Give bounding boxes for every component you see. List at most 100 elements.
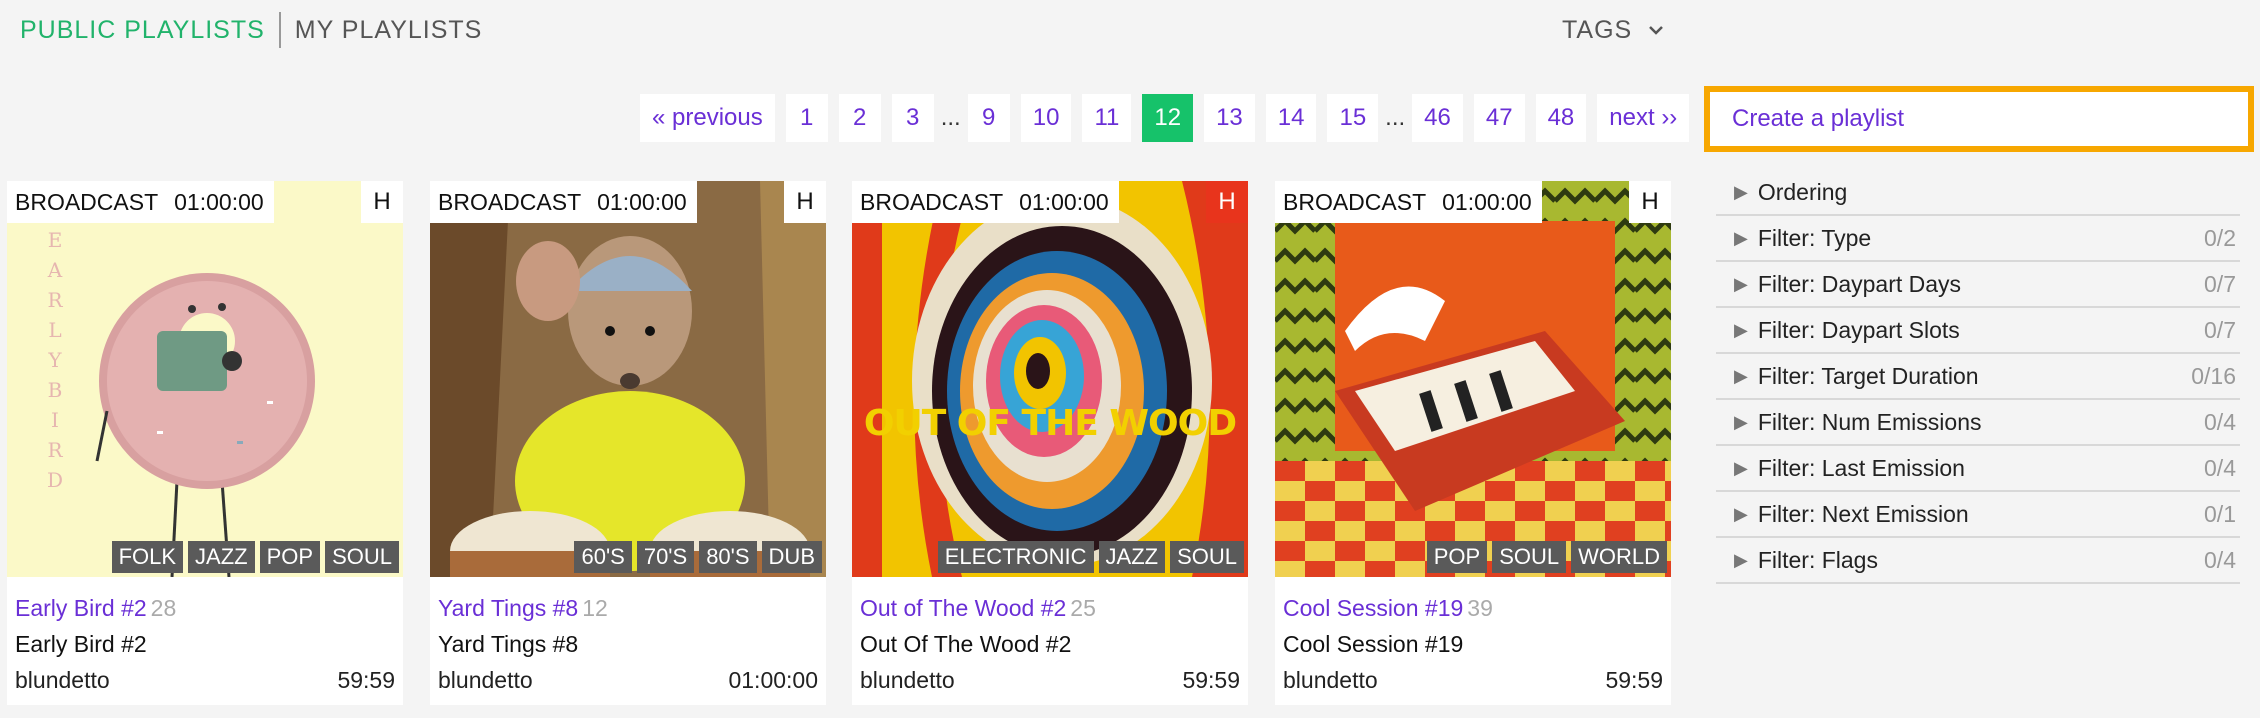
- page-link[interactable]: 47: [1473, 94, 1525, 142]
- broadcast-duration: 01:00:00: [597, 188, 687, 215]
- genre-tags: FOLK JAZZ POP SOUL: [107, 541, 399, 573]
- page-link[interactable]: 1: [785, 94, 828, 142]
- genre-tag[interactable]: ELECTRONIC: [937, 541, 1094, 573]
- genre-tag[interactable]: FOLK: [111, 541, 184, 573]
- head-artwork: [852, 181, 1248, 577]
- genre-tag[interactable]: WORLD: [1571, 541, 1667, 573]
- broadcast-text: BROADCAST: [860, 188, 1004, 215]
- filter-count: 0/1: [2204, 500, 2236, 527]
- pagination-ellipsis: ...: [940, 104, 961, 131]
- playlist-title-link[interactable]: Cool Session #19: [1283, 595, 1463, 621]
- filter-label: Filter: Target Duration: [1757, 362, 1979, 389]
- create-playlist-button[interactable]: Create a playlist: [1704, 86, 2254, 152]
- track-count: 25: [1070, 595, 1096, 621]
- expand-triangle-icon: ▶: [1734, 549, 1748, 570]
- track-count: 12: [582, 595, 608, 621]
- expand-triangle-icon: ▶: [1734, 181, 1748, 202]
- nav-divider: [278, 12, 281, 48]
- genre-tags: POP SOUL WORLD: [1422, 541, 1667, 573]
- playlist-length: 59:59: [1182, 667, 1240, 693]
- filter-label: Filter: Daypart Slots: [1757, 316, 1960, 343]
- filter-label: Filter: Flags: [1757, 546, 1878, 573]
- filter-row-last-emission[interactable]: ▶ Filter: Last Emission 0/4: [1716, 446, 2240, 492]
- page-link[interactable]: 9: [967, 94, 1010, 142]
- genre-tag[interactable]: POP: [259, 541, 321, 573]
- top-nav: PUBLIC PLAYLISTS MY PLAYLISTS: [20, 12, 482, 48]
- tags-dropdown[interactable]: TAGS: [1562, 12, 1664, 48]
- filter-row-flags[interactable]: ▶ Filter: Flags 0/4: [1716, 538, 2240, 584]
- playlist-subtitle: Yard Tings #8: [438, 631, 579, 657]
- playlist-author: blundetto: [1283, 667, 1378, 693]
- h-badge: H: [1629, 181, 1671, 223]
- chevron-down-icon: [1649, 26, 1664, 35]
- genre-tag[interactable]: 80'S: [699, 541, 757, 573]
- h-badge: H: [361, 181, 403, 223]
- track-count: 39: [1467, 595, 1493, 621]
- genre-tag[interactable]: JAZZ: [1098, 541, 1166, 573]
- filter-row-daypart-days[interactable]: ▶ Filter: Daypart Days 0/7: [1716, 262, 2240, 308]
- page-link[interactable]: 48: [1535, 94, 1587, 142]
- broadcast-label: BROADCAST 01:00:00: [7, 181, 274, 223]
- keyboard-artwork: [1275, 181, 1671, 577]
- expand-triangle-icon: ▶: [1734, 319, 1748, 340]
- broadcast-label: BROADCAST 01:00:00: [1275, 181, 1542, 223]
- playlist-cover[interactable]: BROADCAST 01:00:00 H OUT OF THE WOOD ELE…: [852, 181, 1248, 577]
- page-link-current[interactable]: 12: [1142, 94, 1194, 142]
- broadcast-label: BROADCAST 01:00:00: [430, 181, 697, 223]
- expand-triangle-icon: ▶: [1734, 227, 1748, 248]
- h-badge: H: [1206, 181, 1248, 223]
- filter-row-daypart-slots[interactable]: ▶ Filter: Daypart Slots 0/7: [1716, 308, 2240, 354]
- donut-artwork: [7, 181, 403, 577]
- playlist-title-link[interactable]: Early Bird #2: [15, 595, 147, 621]
- playlist-card: BROADCAST 01:00:00 H 60'S 70'S 80'S DUB …: [430, 181, 826, 705]
- pagination-previous[interactable]: « previous: [640, 94, 775, 142]
- filter-count: 0/2: [2204, 224, 2236, 251]
- genre-tag[interactable]: SOUL: [1492, 541, 1567, 573]
- page-link[interactable]: 14: [1265, 94, 1317, 142]
- filter-row-next-emission[interactable]: ▶ Filter: Next Emission 0/1: [1716, 492, 2240, 538]
- page-link[interactable]: 13: [1204, 94, 1255, 142]
- playlist-subtitle: Cool Session #19: [1283, 631, 1464, 657]
- page-link[interactable]: 15: [1327, 94, 1379, 142]
- filter-row-type[interactable]: ▶ Filter: Type 0/2: [1716, 216, 2240, 262]
- playlist-cover[interactable]: BROADCAST 01:00:00 H 60'S 70'S 80'S DUB: [430, 181, 826, 577]
- filter-row-num-emissions[interactable]: ▶ Filter: Num Emissions 0/4: [1716, 400, 2240, 446]
- filter-label: Filter: Last Emission: [1757, 454, 1965, 481]
- genre-tags: ELECTRONIC JAZZ SOUL: [933, 541, 1244, 573]
- playlist-author: blundetto: [15, 667, 110, 693]
- genre-tag[interactable]: POP: [1426, 541, 1488, 573]
- page-link[interactable]: 11: [1082, 94, 1132, 142]
- genre-tag[interactable]: 70'S: [636, 541, 695, 573]
- playlist-subtitle: Out Of The Wood #2: [860, 631, 1072, 657]
- genre-tag[interactable]: SOUL: [325, 541, 399, 573]
- playlist-card: BROADCAST 01:00:00 H POP SOUL WORLD Cool…: [1275, 181, 1671, 705]
- pagination-next[interactable]: next ››: [1597, 94, 1690, 142]
- tab-public-playlists[interactable]: PUBLIC PLAYLISTS: [20, 16, 265, 45]
- expand-triangle-icon: ▶: [1734, 411, 1748, 432]
- filter-row-target-duration[interactable]: ▶ Filter: Target Duration 0/16: [1716, 354, 2240, 400]
- playlist-title-link[interactable]: Yard Tings #8: [438, 595, 578, 621]
- filter-count: 0/4: [2204, 454, 2236, 481]
- playlist-cover[interactable]: BROADCAST 01:00:00 H FOLK JAZZ POP SOUL: [7, 181, 403, 577]
- playlist-cover[interactable]: BROADCAST 01:00:00 H POP SOUL WORLD: [1275, 181, 1671, 577]
- filter-label: Filter: Daypart Days: [1757, 270, 1962, 297]
- genre-tag[interactable]: DUB: [761, 541, 822, 573]
- filter-label: Ordering: [1757, 178, 1848, 205]
- tab-my-playlists[interactable]: MY PLAYLISTS: [295, 16, 483, 45]
- cover-title-text: EARLY BIRD: [46, 228, 64, 492]
- page-link[interactable]: 10: [1020, 94, 1072, 142]
- broadcast-duration: 01:00:00: [1019, 188, 1109, 215]
- filter-count: 0/4: [2204, 546, 2236, 573]
- playlist-author: blundetto: [860, 667, 955, 693]
- genre-tag[interactable]: SOUL: [1170, 541, 1244, 573]
- expand-triangle-icon: ▶: [1734, 457, 1748, 478]
- playlist-title-link[interactable]: Out of The Wood #2: [860, 595, 1066, 621]
- genre-tag[interactable]: 60'S: [574, 541, 632, 573]
- page-link[interactable]: 3: [891, 94, 934, 142]
- genre-tag[interactable]: JAZZ: [188, 541, 255, 573]
- page-link[interactable]: 46: [1412, 94, 1463, 142]
- page-link[interactable]: 2: [838, 94, 881, 142]
- expand-triangle-icon: ▶: [1734, 365, 1748, 386]
- filter-list: ▶ Ordering ▶ Filter: Type 0/2 ▶ Filter: …: [1716, 170, 2240, 584]
- filter-row-ordering[interactable]: ▶ Ordering: [1716, 170, 2240, 216]
